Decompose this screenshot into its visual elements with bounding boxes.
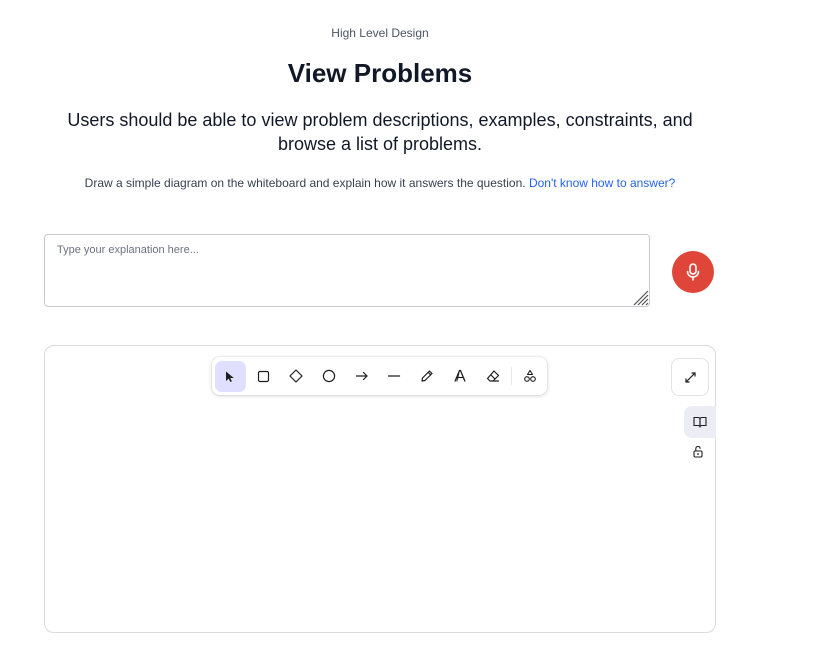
tool-diamond[interactable] <box>281 361 312 392</box>
page-title: View Problems <box>287 58 473 88</box>
book-icon <box>693 416 707 428</box>
diamond-icon <box>289 369 303 383</box>
eraser-icon <box>486 370 499 382</box>
expand-icon <box>684 371 696 383</box>
fullscreen-button[interactable] <box>671 358 709 396</box>
lock-toggle[interactable] <box>684 440 712 462</box>
instruction-line: Draw a simple diagram on the whiteboard … <box>0 176 760 190</box>
tool-ellipse[interactable] <box>313 361 344 392</box>
help-link[interactable]: Don't know how to answer? <box>529 176 675 190</box>
pointer-icon <box>225 371 234 382</box>
tool-arrow[interactable] <box>346 361 377 392</box>
tool-line[interactable] <box>379 361 410 392</box>
tool-eraser[interactable] <box>477 361 508 392</box>
instruction-text: Draw a simple diagram on the whiteboard … <box>84 176 526 190</box>
whiteboard-side-panel <box>684 406 716 462</box>
explanation-input[interactable] <box>44 234 650 307</box>
tool-rectangle[interactable] <box>248 361 279 392</box>
tool-text[interactable] <box>445 361 476 392</box>
tool-draw[interactable] <box>412 361 443 392</box>
circle-icon <box>322 369 335 383</box>
toolbar-divider <box>511 367 513 385</box>
shapes-icon <box>523 369 536 382</box>
whiteboard-toolbar <box>212 357 547 395</box>
text-icon <box>454 369 466 382</box>
tool-shapes-library[interactable] <box>514 361 545 392</box>
lock-icon <box>693 445 703 458</box>
pencil-icon <box>421 370 433 382</box>
library-button[interactable] <box>684 406 716 438</box>
microphone-icon <box>686 263 700 281</box>
line-icon <box>388 375 401 377</box>
rectangle-icon <box>257 370 269 382</box>
question-text: Users should be able to view problem des… <box>67 110 693 154</box>
page-eyebrow: High Level Design <box>331 26 429 40</box>
tool-selection[interactable] <box>215 360 246 392</box>
arrow-icon <box>355 371 368 381</box>
resize-handle-icon[interactable] <box>632 289 649 306</box>
microphone-button[interactable] <box>672 251 714 293</box>
